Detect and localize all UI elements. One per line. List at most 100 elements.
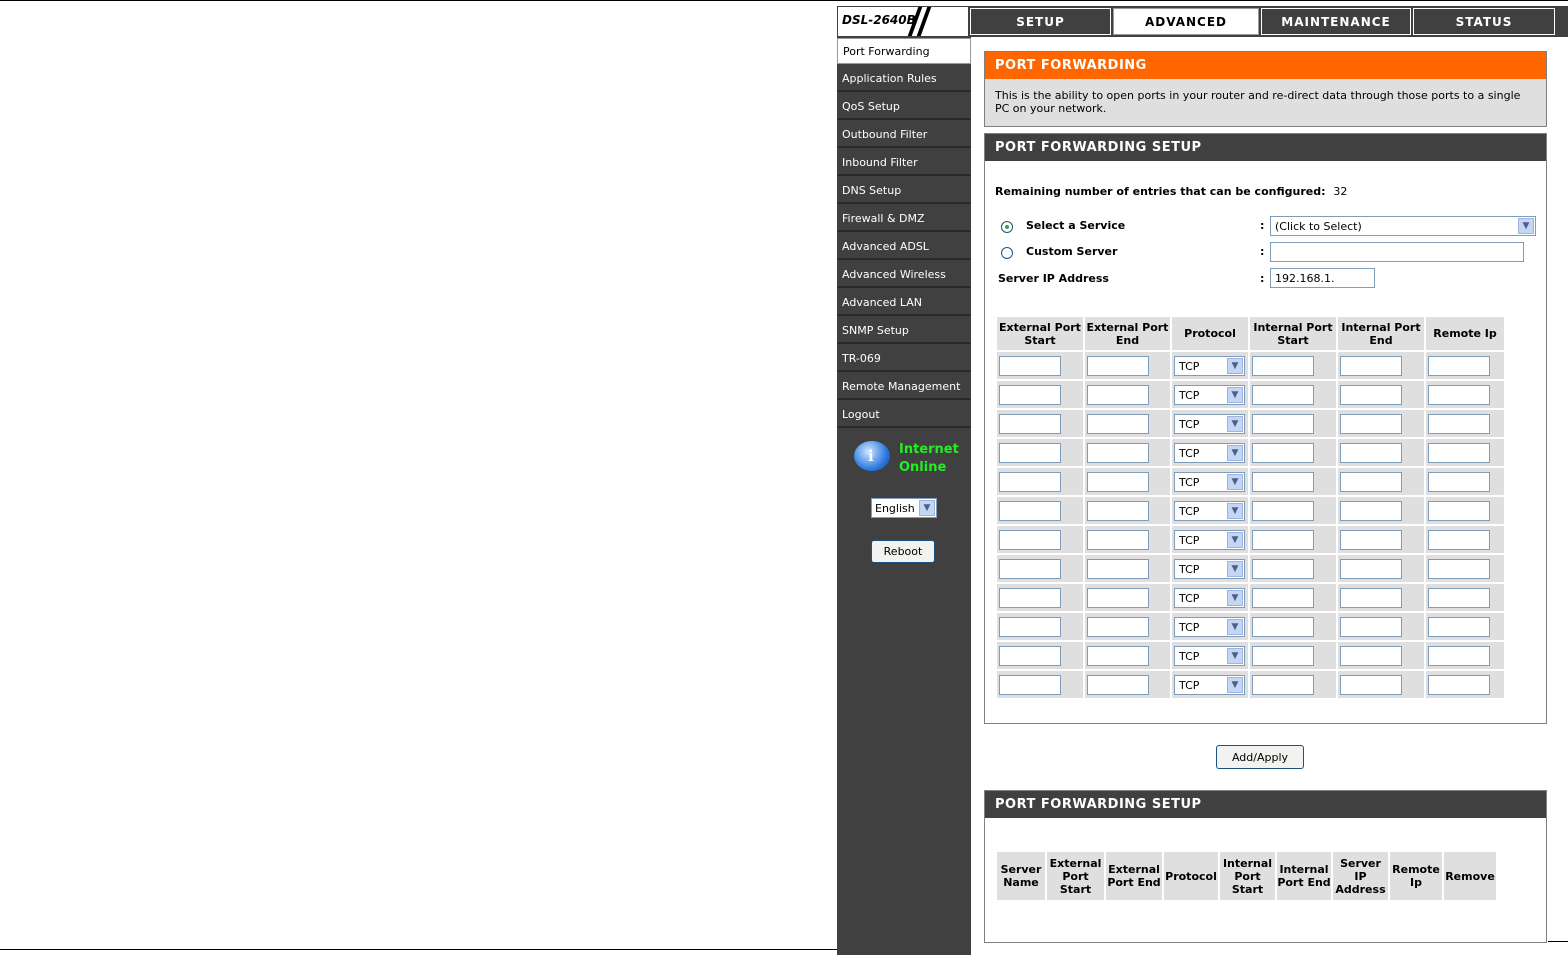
external-port-end-input[interactable] <box>1087 587 1149 608</box>
chevron-down-icon[interactable]: ▼ <box>1227 386 1243 403</box>
sidebar-item-application-rules[interactable]: Application Rules <box>837 66 971 92</box>
chevron-down-icon[interactable]: ▼ <box>1227 560 1243 577</box>
sidebar-item-logout[interactable]: Logout <box>837 402 971 428</box>
chevron-down-icon[interactable]: ▼ <box>1227 618 1243 635</box>
internal-port-end-input[interactable] <box>1340 558 1402 579</box>
chevron-down-icon[interactable]: ▼ <box>919 500 935 516</box>
protocol-select[interactable]: TCP ▼ <box>1174 471 1245 492</box>
tab-status[interactable]: STATUS <box>1413 8 1555 35</box>
sidebar-item-inbound-filter[interactable]: Inbound Filter <box>837 150 971 176</box>
custom-server-radio[interactable] <box>1001 247 1013 259</box>
protocol-select[interactable]: TCP ▼ <box>1174 616 1245 637</box>
chevron-down-icon[interactable]: ▼ <box>1227 444 1243 461</box>
chevron-down-icon[interactable]: ▼ <box>1227 357 1243 374</box>
internal-port-start-input[interactable] <box>1252 500 1314 521</box>
protocol-select[interactable]: TCP ▼ <box>1174 529 1245 550</box>
external-port-start-input[interactable] <box>999 587 1061 608</box>
sidebar-item-qos-setup[interactable]: QoS Setup <box>837 94 971 120</box>
internal-port-end-input[interactable] <box>1340 355 1402 376</box>
external-port-end-input[interactable] <box>1087 645 1149 666</box>
select-service-radio[interactable] <box>1001 221 1013 233</box>
external-port-end-input[interactable] <box>1087 384 1149 405</box>
internal-port-end-input[interactable] <box>1340 529 1402 550</box>
external-port-end-input[interactable] <box>1087 558 1149 579</box>
sidebar-item-snmp-setup[interactable]: SNMP Setup <box>837 318 971 344</box>
server-ip-input[interactable]: 192.168.1. <box>1270 268 1375 288</box>
external-port-end-input[interactable] <box>1087 529 1149 550</box>
chevron-down-icon[interactable]: ▼ <box>1227 473 1243 490</box>
internal-port-end-input[interactable] <box>1340 442 1402 463</box>
internal-port-end-input[interactable] <box>1340 413 1402 434</box>
remote-ip-input[interactable] <box>1428 500 1490 521</box>
sidebar-item-advanced-wireless[interactable]: Advanced Wireless <box>837 262 971 288</box>
tab-advanced[interactable]: ADVANCED <box>1113 8 1259 35</box>
remote-ip-input[interactable] <box>1428 413 1490 434</box>
protocol-select[interactable]: TCP ▼ <box>1174 384 1245 405</box>
external-port-end-input[interactable] <box>1087 616 1149 637</box>
remote-ip-input[interactable] <box>1428 529 1490 550</box>
external-port-start-input[interactable] <box>999 616 1061 637</box>
protocol-select[interactable]: TCP ▼ <box>1174 674 1245 695</box>
add-apply-button[interactable]: Add/Apply <box>1216 745 1304 769</box>
external-port-start-input[interactable] <box>999 413 1061 434</box>
internal-port-end-input[interactable] <box>1340 471 1402 492</box>
service-select[interactable]: (Click to Select) ▼ <box>1270 216 1536 236</box>
protocol-select[interactable]: TCP ▼ <box>1174 355 1245 376</box>
chevron-down-icon[interactable]: ▼ <box>1227 676 1243 693</box>
internal-port-start-input[interactable] <box>1252 442 1314 463</box>
internal-port-start-input[interactable] <box>1252 384 1314 405</box>
sidebar-item-port-forwarding[interactable]: Port Forwarding <box>837 38 971 64</box>
remote-ip-input[interactable] <box>1428 442 1490 463</box>
custom-server-input[interactable] <box>1270 242 1524 262</box>
remote-ip-input[interactable] <box>1428 674 1490 695</box>
internal-port-start-input[interactable] <box>1252 355 1314 376</box>
remote-ip-input[interactable] <box>1428 558 1490 579</box>
remote-ip-input[interactable] <box>1428 355 1490 376</box>
internal-port-end-input[interactable] <box>1340 616 1402 637</box>
external-port-end-input[interactable] <box>1087 442 1149 463</box>
tab-maintenance[interactable]: MAINTENANCE <box>1261 8 1411 35</box>
sidebar-item-firewall-dmz[interactable]: Firewall & DMZ <box>837 206 971 232</box>
external-port-start-input[interactable] <box>999 674 1061 695</box>
internal-port-end-input[interactable] <box>1340 645 1402 666</box>
internal-port-start-input[interactable] <box>1252 413 1314 434</box>
sidebar-item-outbound-filter[interactable]: Outbound Filter <box>837 122 971 148</box>
chevron-down-icon[interactable]: ▼ <box>1227 502 1243 519</box>
external-port-end-input[interactable] <box>1087 500 1149 521</box>
chevron-down-icon[interactable]: ▼ <box>1518 218 1534 234</box>
external-port-start-input[interactable] <box>999 384 1061 405</box>
sidebar-item-remote-management[interactable]: Remote Management <box>837 374 971 400</box>
internal-port-end-input[interactable] <box>1340 674 1402 695</box>
remote-ip-input[interactable] <box>1428 587 1490 608</box>
internal-port-end-input[interactable] <box>1340 384 1402 405</box>
remote-ip-input[interactable] <box>1428 384 1490 405</box>
protocol-select[interactable]: TCP ▼ <box>1174 413 1245 434</box>
external-port-start-input[interactable] <box>999 355 1061 376</box>
remote-ip-input[interactable] <box>1428 616 1490 637</box>
internal-port-start-input[interactable] <box>1252 471 1314 492</box>
external-port-end-input[interactable] <box>1087 413 1149 434</box>
external-port-end-input[interactable] <box>1087 355 1149 376</box>
internal-port-end-input[interactable] <box>1340 587 1402 608</box>
internal-port-start-input[interactable] <box>1252 674 1314 695</box>
external-port-start-input[interactable] <box>999 471 1061 492</box>
external-port-start-input[interactable] <box>999 558 1061 579</box>
reboot-button[interactable]: Reboot <box>871 540 935 563</box>
internal-port-start-input[interactable] <box>1252 587 1314 608</box>
external-port-start-input[interactable] <box>999 442 1061 463</box>
internal-port-start-input[interactable] <box>1252 645 1314 666</box>
chevron-down-icon[interactable]: ▼ <box>1227 647 1243 664</box>
remote-ip-input[interactable] <box>1428 645 1490 666</box>
protocol-select[interactable]: TCP ▼ <box>1174 645 1245 666</box>
language-select[interactable]: English ▼ <box>871 498 937 518</box>
internal-port-end-input[interactable] <box>1340 500 1402 521</box>
chevron-down-icon[interactable]: ▼ <box>1227 531 1243 548</box>
external-port-end-input[interactable] <box>1087 674 1149 695</box>
sidebar-item-advanced-lan[interactable]: Advanced LAN <box>837 290 971 316</box>
internal-port-start-input[interactable] <box>1252 616 1314 637</box>
protocol-select[interactable]: TCP ▼ <box>1174 587 1245 608</box>
protocol-select[interactable]: TCP ▼ <box>1174 558 1245 579</box>
protocol-select[interactable]: TCP ▼ <box>1174 442 1245 463</box>
external-port-start-input[interactable] <box>999 529 1061 550</box>
internal-port-start-input[interactable] <box>1252 529 1314 550</box>
